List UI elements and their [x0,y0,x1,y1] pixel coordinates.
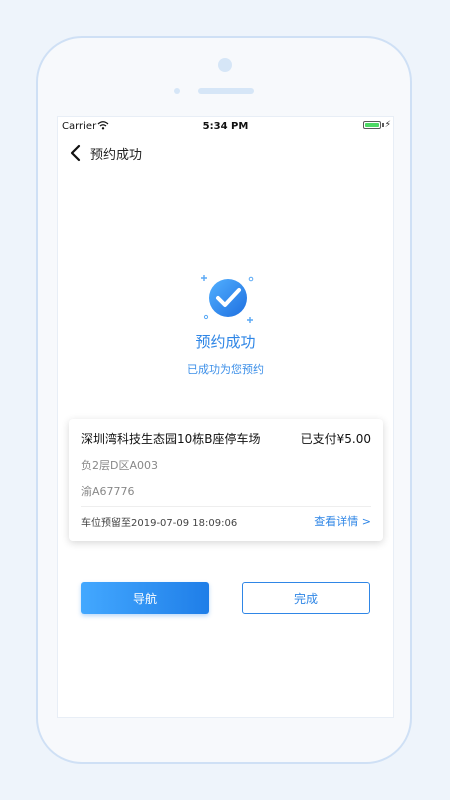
speaker-grille [198,88,254,94]
navigate-button[interactable]: 导航 [81,582,209,614]
view-details-link[interactable]: 查看详情 > [314,513,371,529]
payment-status: 已支付¥5.00 [300,432,371,446]
nav-bar: 预约成功 [58,141,393,165]
check-circle-icon [201,275,254,323]
charging-icon: ⚡ [384,120,391,130]
reserve-until: 车位预留至2019-07-09 18:09:06 [81,518,238,529]
status-bar: Carrier 5:34 PM ⚡ [58,117,393,137]
app-screen: Carrier 5:34 PM ⚡ 预约成功 预约成功 已成功为您预约 深圳湾科… [57,116,394,718]
success-title: 预约成功 [195,333,256,351]
reservation-card: 深圳湾科技生态园10栋B座停车场 已支付¥5.00 负2层D区A003 渝A67… [69,419,383,541]
chevron-left-icon[interactable] [66,143,86,163]
parking-lot-name: 深圳湾科技生态园10栋B座停车场 [81,432,261,446]
license-plate: 渝A67776 [81,485,135,498]
status-time: 5:34 PM [202,121,249,132]
sensor-dot [174,88,180,94]
card-divider [81,506,371,507]
battery-icon [363,121,381,129]
done-button[interactable]: 完成 [242,582,370,614]
parking-spot: 负2层D区A003 [81,459,158,472]
camera-icon [218,58,232,72]
success-subtitle: 已成功为您预约 [187,363,264,376]
page-title: 预约成功 [90,148,143,163]
